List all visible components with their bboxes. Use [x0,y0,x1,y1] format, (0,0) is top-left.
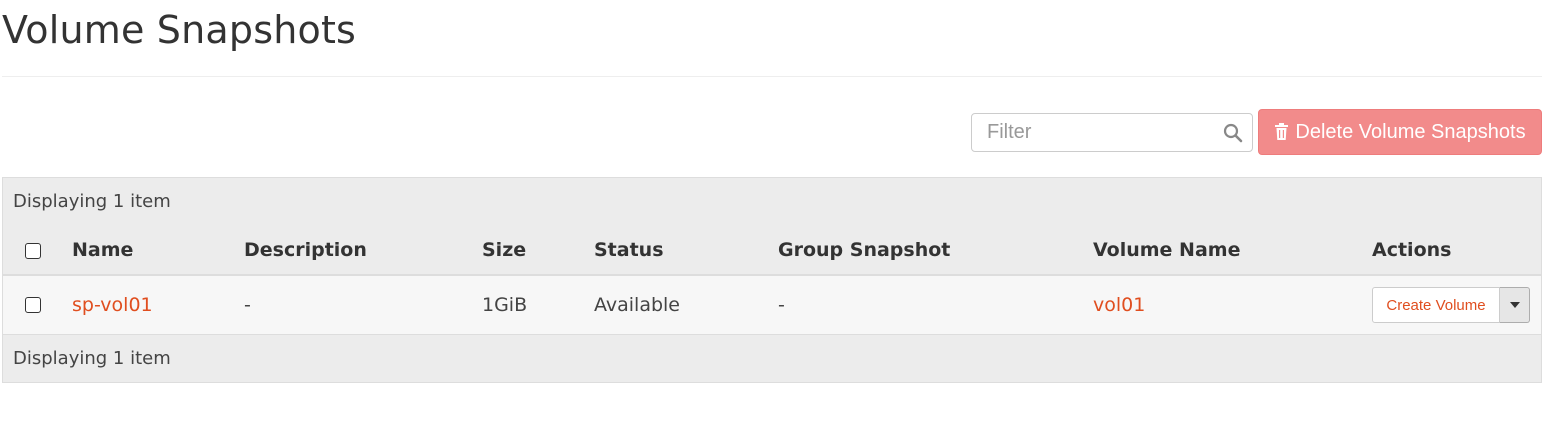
select-all-checkbox[interactable] [25,243,41,259]
snapshot-size: 1GiB [482,294,528,316]
table-header-row: Name Description Size Status Group Snaps… [3,226,1541,276]
trash-icon [1275,123,1289,140]
column-header-actions: Actions [1372,239,1452,261]
delete-volume-snapshots-button[interactable]: Delete Volume Snapshots [1258,109,1542,155]
snapshot-description: - [244,294,251,316]
snapshot-name-link[interactable]: sp-vol01 [72,276,153,334]
snapshot-status: Available [594,294,681,316]
filter-group [971,113,1253,152]
column-header-size[interactable]: Size [482,226,526,274]
volume-snapshots-table: Displaying 1 item Name Description Size … [2,177,1542,383]
row-select-checkbox[interactable] [25,297,41,313]
column-header-name[interactable]: Name [72,226,133,274]
volume-name-link[interactable]: vol01 [1093,276,1145,334]
snapshot-group-snapshot: - [778,294,785,316]
volume-snapshots-page: Volume Snapshots Delete Volume Snapshots… [0,0,1560,432]
column-header-status[interactable]: Status [594,226,664,274]
delete-button-label: Delete Volume Snapshots [1295,120,1526,143]
row-actions-dropdown-toggle[interactable] [1500,287,1530,323]
table-info-top: Displaying 1 item [13,191,171,212]
filter-input[interactable] [972,114,1212,151]
table-toolbar: Delete Volume Snapshots [0,109,1560,155]
page-header: Volume Snapshots [2,0,1542,77]
row-actions: Create Volume [1372,287,1530,323]
page-title: Volume Snapshots [2,8,357,52]
table-info-bottom: Displaying 1 item [3,334,1541,382]
column-header-group-snapshot[interactable]: Group Snapshot [778,226,950,274]
search-icon[interactable] [1223,123,1243,143]
create-volume-button[interactable]: Create Volume [1372,287,1500,323]
column-header-description[interactable]: Description [244,226,367,274]
caret-down-icon [1509,302,1520,308]
table-row: sp-vol01 - 1GiB Available - vol01 Create… [3,276,1541,334]
column-header-volume-name[interactable]: Volume Name [1093,226,1240,274]
